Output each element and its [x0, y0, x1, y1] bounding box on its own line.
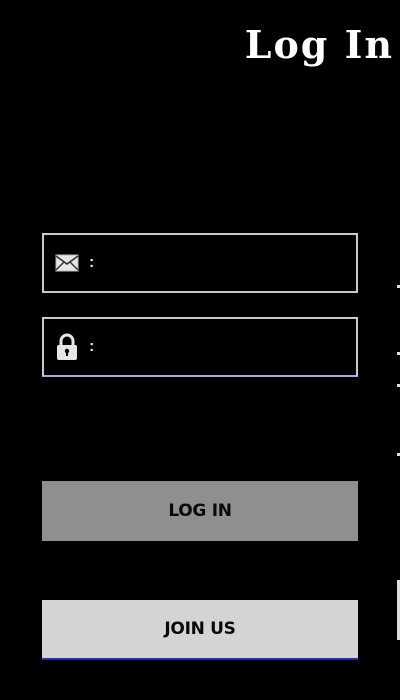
- padlock-icon: [55, 333, 79, 361]
- login-button[interactable]: LOG IN: [42, 481, 358, 541]
- password-input[interactable]: [100, 318, 356, 376]
- password-field[interactable]: :: [42, 317, 358, 377]
- email-field[interactable]: :: [42, 233, 358, 293]
- email-input[interactable]: [100, 234, 356, 292]
- page-title: Log In: [244, 22, 394, 67]
- join-us-button[interactable]: JOIN US: [42, 600, 358, 660]
- envelope-icon: [55, 249, 79, 277]
- password-separator: :: [89, 338, 95, 355]
- email-separator: :: [89, 254, 95, 271]
